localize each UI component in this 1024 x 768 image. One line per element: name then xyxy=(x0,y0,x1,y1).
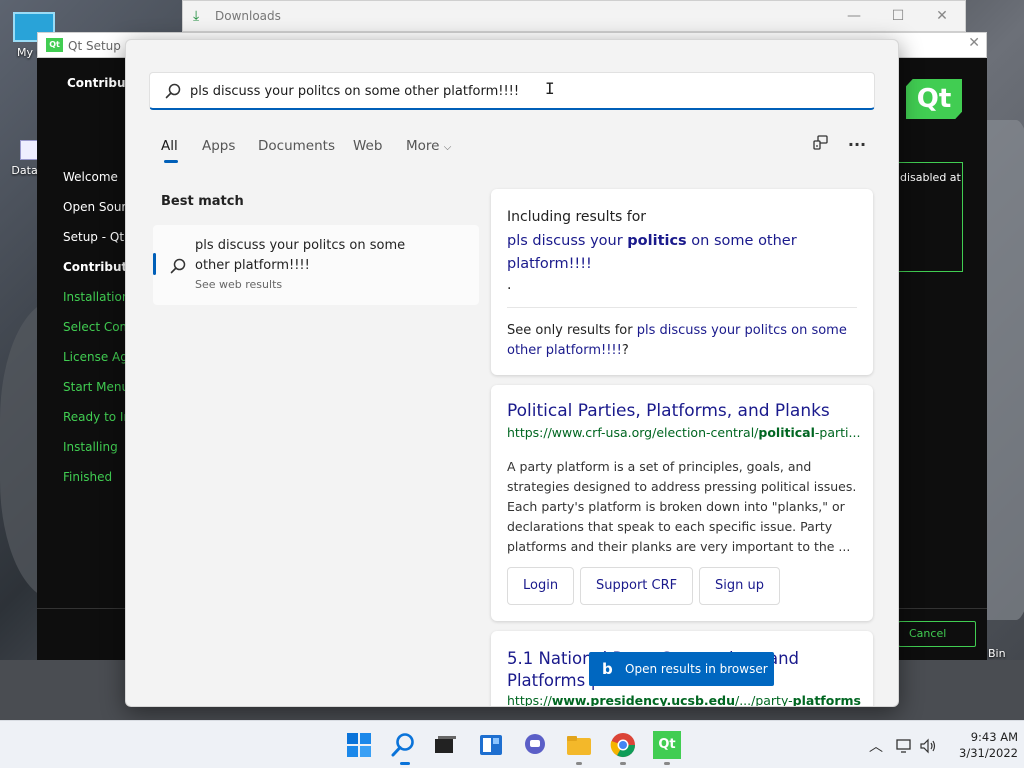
system-clock[interactable]: 9:43 AM 3/31/2022 xyxy=(938,729,1018,761)
tab-more[interactable]: More ⌵ xyxy=(406,138,451,154)
desktop-icon-label-recycle-bin[interactable]: Bin xyxy=(988,647,1006,660)
tab-documents[interactable]: Documents xyxy=(258,138,335,154)
active-tab-indicator xyxy=(164,160,178,163)
see-only-results: See only results for pls discuss your po… xyxy=(507,321,847,361)
chevron-down-icon: ⌵ xyxy=(443,142,452,153)
see-only-prefix: See only results for xyxy=(507,323,637,338)
url-highlight: www.presidency.ucsb.edu xyxy=(551,693,735,707)
downloads-window[interactable]: ⤓ Downloads — ☐ ✕ xyxy=(182,0,966,32)
minimize-button[interactable]: — xyxy=(837,5,871,27)
close-button[interactable]: ✕ xyxy=(925,5,959,27)
qt-app-icon: Qt xyxy=(46,38,63,52)
windows-start-icon[interactable] xyxy=(345,731,373,759)
url-part: -parti... xyxy=(814,425,861,440)
url-part: https://www.crf-usa.org/election-central… xyxy=(507,425,759,440)
clock-time: 9:43 AM xyxy=(970,730,1018,744)
active-app-indicator xyxy=(400,762,410,765)
period-text: . xyxy=(507,277,512,293)
support-crf-button[interactable]: Support CRF xyxy=(580,567,694,605)
qt-logo: Qt xyxy=(906,79,962,119)
downloads-window-title: Downloads xyxy=(215,9,281,23)
best-match-heading: Best match xyxy=(161,194,244,209)
search-icon xyxy=(170,258,186,274)
running-app-indicator xyxy=(620,762,626,765)
bing-icon: b xyxy=(602,660,613,678)
sign-up-button[interactable]: Sign up xyxy=(699,567,780,605)
qt-taskbar-label: Qt xyxy=(658,737,676,752)
chrome-icon[interactable] xyxy=(609,731,637,759)
task-view-icon[interactable] xyxy=(431,731,459,759)
search-flyout: I All Apps Documents Web More ⌵ ··· Best… xyxy=(125,39,899,707)
running-app-indicator xyxy=(664,762,670,765)
result-title-link[interactable]: Political Parties, Platforms, and Planks xyxy=(507,401,867,421)
tab-all[interactable]: All xyxy=(161,138,178,154)
volume-icon[interactable] xyxy=(918,736,938,756)
widgets-icon[interactable] xyxy=(477,731,505,759)
divider xyxy=(507,307,857,308)
result-url[interactable]: https://www.presidency.ucsb.edu/.../part… xyxy=(507,693,861,707)
more-options-icon[interactable]: ··· xyxy=(846,134,868,156)
download-icon: ⤓ xyxy=(193,8,200,24)
corrected-query-link[interactable]: pls discuss your politics on some other … xyxy=(507,230,827,276)
qt-info-box: disabled at xyxy=(897,162,963,272)
corrected-word: politics xyxy=(627,233,687,249)
cancel-button[interactable]: Cancel xyxy=(898,621,976,647)
search-input[interactable] xyxy=(190,78,850,104)
running-app-indicator xyxy=(576,762,582,765)
result-url[interactable]: https://www.crf-usa.org/election-central… xyxy=(507,425,861,440)
web-result-card: Political Parties, Platforms, and Planks… xyxy=(491,385,873,621)
text-cursor-icon: I xyxy=(545,79,555,98)
file-explorer-icon[interactable] xyxy=(565,731,593,759)
taskbar: Qt ︿ 9:43 AM 3/31/2022 xyxy=(0,720,1024,768)
maximize-button[interactable]: ☐ xyxy=(881,5,915,27)
including-results-label: Including results for xyxy=(507,209,647,225)
see-only-suffix: ? xyxy=(621,343,629,358)
qt-info-text: disabled at xyxy=(900,171,961,184)
show-hidden-icons-chevron-icon[interactable]: ︿ xyxy=(866,736,886,756)
url-highlight: political xyxy=(758,425,815,440)
login-button[interactable]: Login xyxy=(507,567,575,605)
tab-web[interactable]: Web xyxy=(353,138,382,154)
qt-setup-taskbar-icon[interactable]: Qt xyxy=(653,731,681,759)
teams-chat-icon[interactable] xyxy=(521,731,549,759)
tab-more-label: More xyxy=(406,138,440,154)
corrected-query-part: pls discuss your xyxy=(507,233,628,249)
qt-setup-window-title: Qt Setup xyxy=(68,39,121,53)
url-part: https:// xyxy=(507,693,552,707)
best-match-item[interactable]: pls discuss your politcs on some other p… xyxy=(153,225,479,305)
share-devices-icon[interactable] xyxy=(810,134,832,156)
best-match-title: pls discuss your politcs on some other p… xyxy=(195,238,406,273)
close-icon[interactable]: ✕ xyxy=(968,35,980,51)
tab-apps[interactable]: Apps xyxy=(202,138,235,154)
search-icon xyxy=(165,83,181,99)
clock-date: 3/31/2022 xyxy=(959,746,1018,760)
network-icon[interactable] xyxy=(894,736,914,756)
search-icon[interactable] xyxy=(389,731,417,759)
search-box[interactable]: I xyxy=(149,72,875,110)
url-highlight: platforms xyxy=(792,693,861,707)
result-description: A party platform is a set of principles,… xyxy=(507,459,857,554)
url-part: /.../party- xyxy=(734,693,793,707)
selection-indicator xyxy=(153,253,156,275)
open-results-in-browser-button[interactable]: b Open results in browser xyxy=(589,652,774,686)
best-match-subtitle: See web results xyxy=(195,278,283,291)
spelling-correction-card: Including results for pls discuss your p… xyxy=(491,189,873,375)
open-results-label: Open results in browser xyxy=(625,662,768,676)
